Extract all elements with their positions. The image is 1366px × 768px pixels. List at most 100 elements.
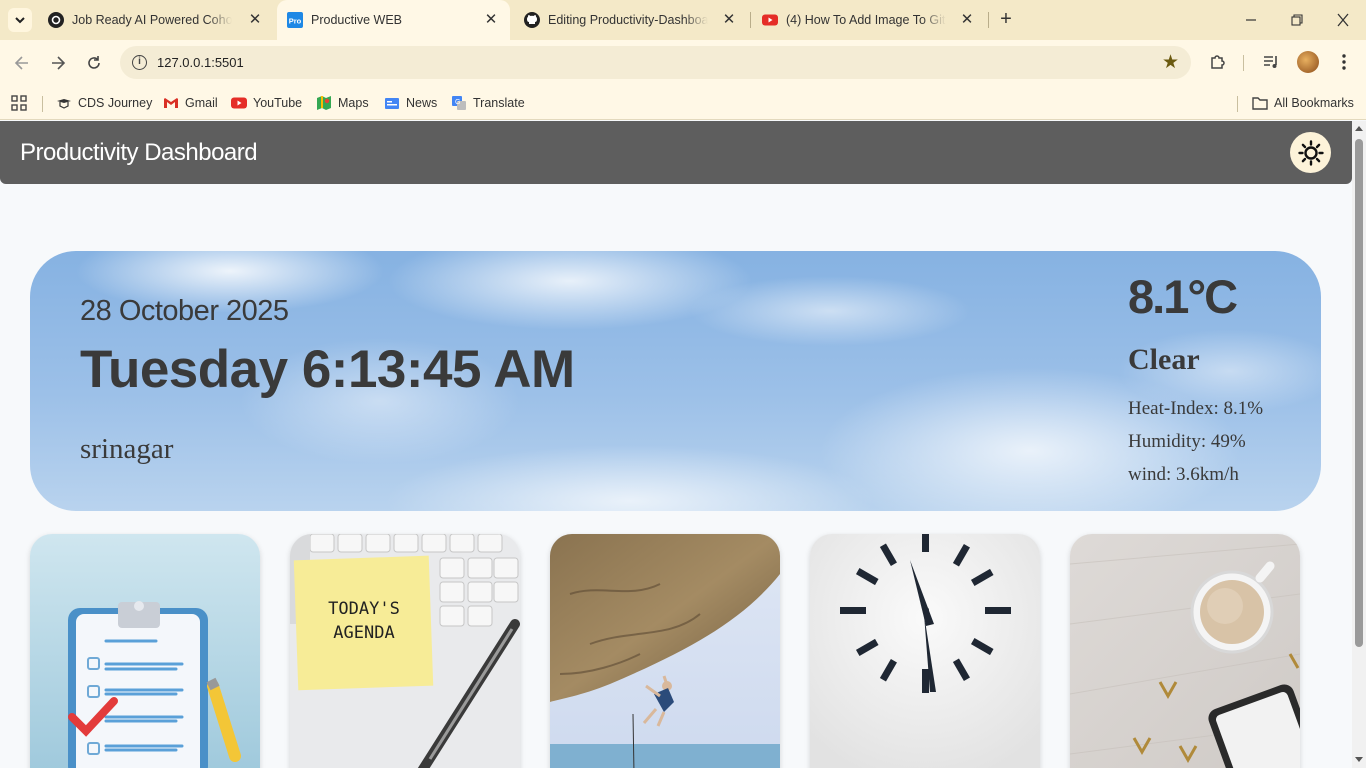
tab-title: Productive WEB [311,13,403,27]
back-arrow-icon [14,56,28,70]
close-tab-icon[interactable]: ✕ [484,12,498,27]
extensions-button[interactable] [1207,52,1229,74]
chevron-down-icon [15,16,25,23]
folder-icon [1252,97,1268,110]
reload-button[interactable] [83,52,105,74]
toolbar-divider [1243,55,1244,71]
tab-productive-web[interactable]: Pro Productive WEB ✕ [277,0,510,40]
agenda-note-line2: AGENDA [333,623,394,643]
tab-github-editing[interactable]: Editing Productivity-Dashboard ✕ [514,0,748,40]
tab-strip: Job Ready AI Powered Cohort: W ✕ Pro Pro… [0,0,1366,40]
cohort-icon [48,12,64,28]
tab-divider [750,12,751,28]
agenda-note-line1: TODAY'S [328,599,400,619]
address-bar[interactable]: i 127.0.0.1:5501 ★ [120,46,1191,79]
tab-youtube[interactable]: (4) How To Add Image To GitHu ✕ [752,0,986,40]
svg-text:G: G [455,99,460,106]
forward-arrow-icon [52,56,66,70]
bookmark-label: News [406,96,438,110]
gmail-icon [164,98,178,108]
tab-title: (4) How To Add Image To GitHu [786,13,946,27]
url-text[interactable]: 127.0.0.1:5501 [157,55,244,70]
bookmarks-bar: CDS Journey Gmail YouTube Maps News G Tr… [0,86,1366,120]
app-header: Productivity Dashboard [0,121,1352,184]
sun-icon [1297,139,1324,166]
close-tab-icon[interactable]: ✕ [722,12,736,27]
news-icon [385,98,399,109]
bookmark-translate[interactable]: G Translate [451,93,525,113]
bookmarks-divider [42,96,43,112]
youtube-icon [762,14,778,26]
playlist-icon [1264,56,1277,68]
bookmark-news[interactable]: News [384,93,437,113]
feature-card-climber[interactable] [550,534,780,768]
coffee-desk-image [1070,534,1300,768]
youtube-icon [231,97,247,109]
weather-condition: Clear [1128,343,1200,376]
apps-grid-icon [11,95,27,111]
current-date: 28 October 2025 [80,295,289,327]
bookmark-maps[interactable]: Maps [316,93,369,113]
media-controls-button[interactable] [1260,52,1282,74]
site-info-icon[interactable]: i [132,55,147,70]
page-scrollbar[interactable] [1352,121,1366,768]
cds-journey-icon [57,99,71,109]
app-title: Productivity Dashboard [20,139,258,166]
city-name: srinagar [80,433,174,465]
bookmark-label: CDS Journey [78,96,153,110]
tab-job-ready[interactable]: Job Ready AI Powered Cohort: W ✕ [38,0,274,40]
feature-card-todo[interactable] [30,534,260,768]
minimize-icon [1246,19,1256,21]
bookmark-youtube[interactable]: YouTube [231,93,302,113]
tab-title: Editing Productivity-Dashboard [548,13,708,27]
date-weather-banner: 28 October 2025 Tuesday 6:13:45 AM srina… [30,251,1321,511]
maps-icon [317,96,331,110]
page-viewport: Productivity Dashboard 28 October 2025 T… [0,121,1352,768]
all-bookmarks-label: All Bookmarks [1274,96,1354,110]
tab-title: Job Ready AI Powered Cohort: W [72,13,232,27]
minimize-button[interactable] [1241,10,1261,30]
temperature: 8.1°C [1128,270,1238,323]
bookmark-star-icon[interactable]: ★ [1162,51,1179,74]
heat-index: Heat-Index: 8.1% [1128,398,1264,419]
menu-button[interactable] [1333,52,1355,74]
scroll-down-arrow[interactable] [1355,757,1363,762]
close-window-button[interactable] [1333,10,1353,30]
apps-button[interactable] [11,93,27,113]
tab-divider [988,12,989,28]
bookmark-cds-journey[interactable]: CDS Journey [56,93,152,113]
feature-card-clock[interactable] [810,534,1040,768]
tab-search-button[interactable] [8,8,32,32]
browser-toolbar: i 127.0.0.1:5501 ★ [0,40,1366,86]
puzzle-icon [1211,55,1225,69]
close-icon [1337,13,1349,27]
bookmark-label: Translate [473,96,525,110]
pro-icon: Pro [287,12,303,28]
current-day-time: Tuesday 6:13:45 AM [80,340,575,399]
close-tab-icon[interactable]: ✕ [248,12,262,27]
kebab-menu-icon [1342,54,1346,70]
scrollbar-thumb[interactable] [1355,139,1363,647]
bookmark-label: YouTube [253,96,303,110]
bookmarks-divider [1237,96,1238,112]
bookmark-label: Gmail [185,96,218,110]
forward-button[interactable] [47,52,69,74]
todo-clipboard-image [30,534,260,768]
restore-button[interactable] [1287,10,1307,30]
feature-card-agenda[interactable]: TODAY'S AGENDA [290,534,520,768]
translate-icon: G [452,96,466,110]
profile-avatar[interactable] [1297,51,1319,73]
bookmark-gmail[interactable]: Gmail [163,93,218,113]
rock-climber-image [550,534,780,768]
wind-speed: wind: 3.6km/h [1128,464,1239,485]
restore-icon [1291,14,1303,26]
theme-toggle-button[interactable] [1290,132,1331,173]
feature-card-coffee[interactable] [1070,534,1300,768]
scroll-up-arrow[interactable] [1355,126,1363,131]
all-bookmarks-button[interactable]: All Bookmarks [1252,93,1354,113]
new-tab-button[interactable]: + [996,9,1016,30]
todays-agenda-note-image: TODAY'S AGENDA [290,534,520,768]
close-tab-icon[interactable]: ✕ [960,12,974,27]
back-button[interactable] [11,52,33,74]
humidity: Humidity: 49% [1128,431,1246,452]
